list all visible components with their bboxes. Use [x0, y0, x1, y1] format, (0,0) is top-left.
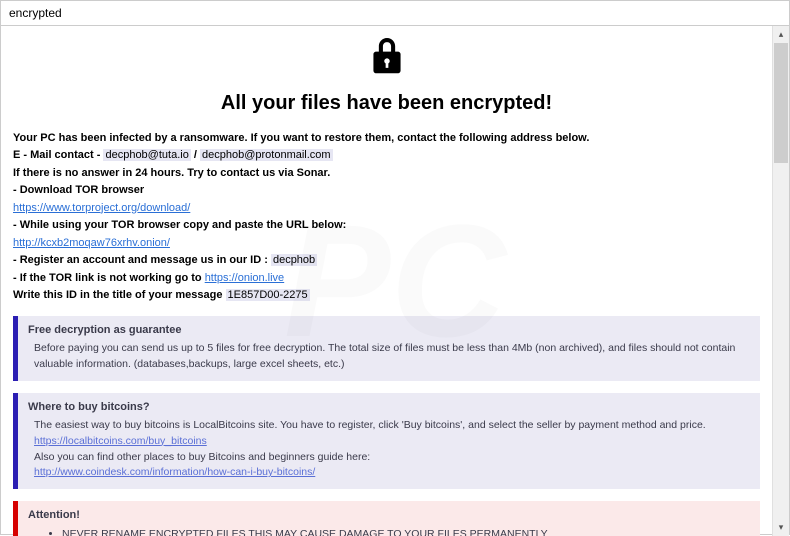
lock-icon — [370, 67, 404, 79]
guarantee-heading: Free decryption as guarantee — [28, 322, 750, 339]
download-tor-line: - Download TOR browser — [13, 184, 144, 196]
mail-label: E - Mail contact - — [13, 149, 103, 161]
guarantee-box: Free decryption as guarantee Before payi… — [13, 316, 760, 381]
buy-line1: The easiest way to buy bitcoins is Local… — [34, 418, 750, 434]
mail-2: decphob@protonmail.com — [200, 149, 333, 161]
scroll-thumb[interactable] — [774, 43, 788, 163]
tor-download-link[interactable]: https://www.torproject.org/download/ — [13, 202, 190, 214]
localbitcoins-link[interactable]: https://localbitcoins.com/buy_bitcoins — [34, 435, 207, 447]
buy-line2: Also you can find other places to buy Bi… — [34, 450, 750, 466]
buy-heading: Where to buy bitcoins? — [28, 399, 750, 416]
buy-bitcoins-box: Where to buy bitcoins? The easiest way t… — [13, 393, 760, 490]
intro-block: Your PC has been infected by a ransomwar… — [13, 130, 760, 304]
message-id: 1E857D00-2275 — [226, 289, 310, 301]
ransom-note-page: All your files have been encrypted! Your… — [1, 26, 772, 536]
onion-link[interactable]: http://kcxb2moqaw76xrhv.onion/ — [13, 237, 170, 249]
attention-heading: Attention! — [28, 507, 750, 524]
not-working-prefix: - If the TOR link is not working go to — [13, 272, 205, 284]
scroll-up-button[interactable]: ▴ — [773, 26, 789, 43]
intro-line1: Your PC has been infected by a ransomwar… — [13, 132, 589, 144]
scroll-down-button[interactable]: ▾ — [773, 519, 789, 536]
onion-live-link[interactable]: https://onion.live — [205, 272, 285, 284]
noanswer-line: If there is no answer in 24 hours. Try t… — [13, 167, 330, 179]
while-using-line: - While using your TOR browser copy and … — [13, 219, 346, 231]
lock-wrap — [13, 38, 760, 82]
mail-1: decphob@tuta.io — [103, 149, 190, 161]
coindesk-link[interactable]: http://www.coindesk.com/information/how-… — [34, 466, 315, 478]
page-title: All your files have been encrypted! — [13, 88, 760, 118]
attention-box: Attention! NEVER RENAME ENCRYPTED FILES … — [13, 501, 760, 536]
guarantee-body: Before paying you can send us up to 5 fi… — [34, 341, 750, 373]
register-id: decphob — [271, 254, 317, 266]
register-prefix: - Register an account and message us in … — [13, 254, 271, 266]
vertical-scrollbar[interactable]: ▴ ▾ — [772, 26, 789, 536]
window-title: encrypted — [9, 6, 62, 20]
content-area: All your files have been encrypted! Your… — [1, 26, 789, 536]
write-id-prefix: Write this ID in the title of your messa… — [13, 289, 226, 301]
window-titlebar: encrypted — [1, 1, 789, 26]
